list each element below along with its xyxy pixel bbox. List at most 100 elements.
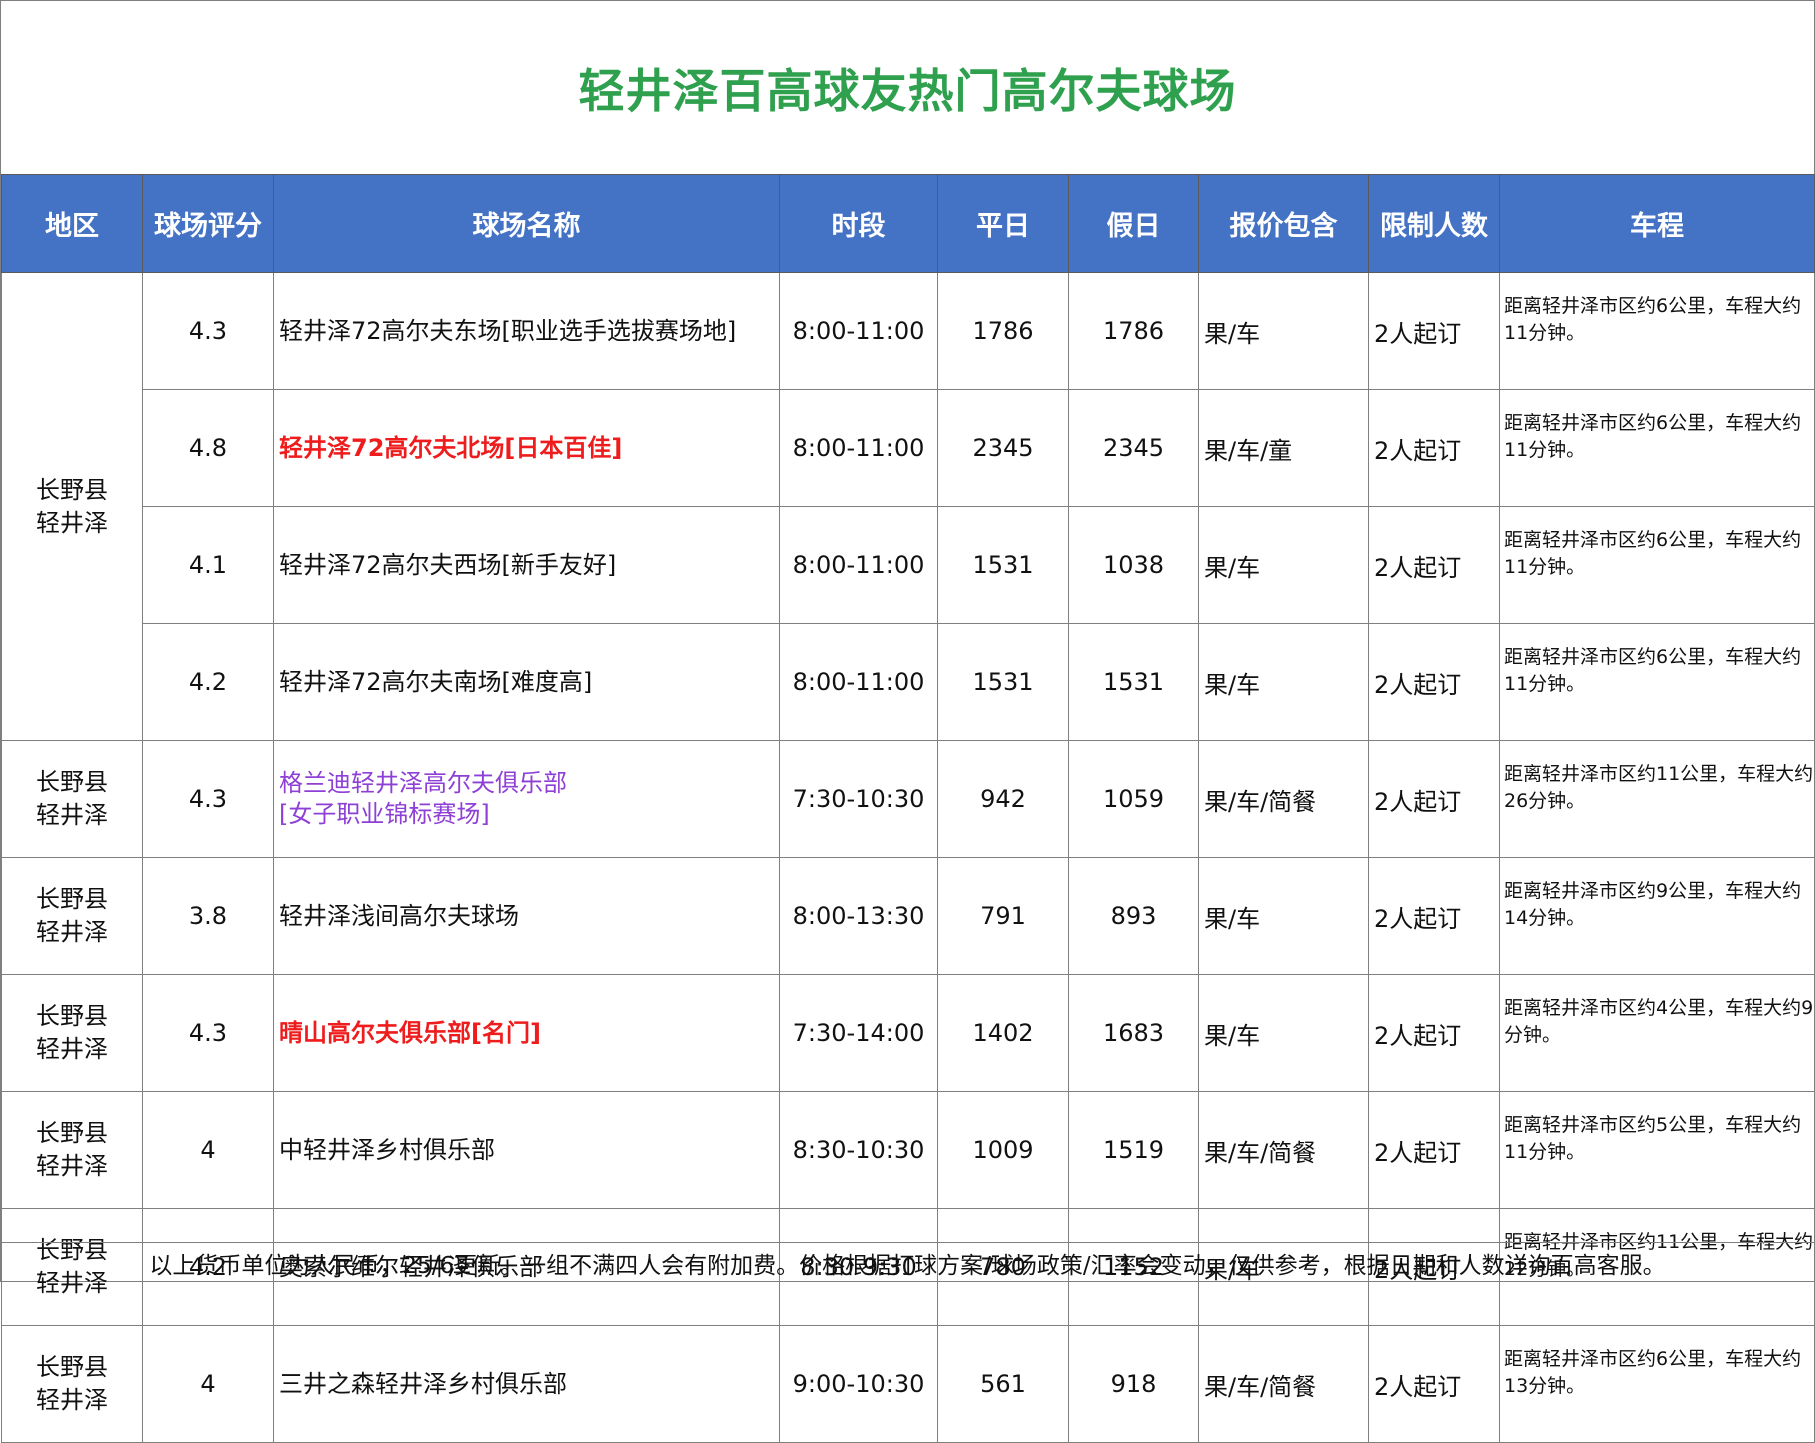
region-cell: 长野县 轻井泽: [1, 857, 143, 975]
header-time: 时段: [779, 174, 938, 273]
rating-cell: 4: [142, 1091, 274, 1209]
weekday-price-cell: 2345: [937, 389, 1069, 507]
distance-line: 距离轻井泽市区约4公里，车程大约9: [1504, 997, 1814, 1019]
distance-line: 距离轻井泽市区约6公里，车程大约: [1504, 1348, 1802, 1370]
includes-cell: 果/车: [1198, 623, 1369, 741]
holiday-price-cell: 1519: [1068, 1091, 1199, 1209]
region-cell: 长野县 轻井泽: [1, 974, 143, 1092]
course-name-cell: 格兰迪轻井泽高尔夫俱乐部 [女子职业锦标赛场]: [273, 740, 780, 858]
region-cell: 长野县 轻井泽: [1, 740, 143, 858]
time-cell: 7:30-14:00: [779, 974, 938, 1092]
rating-cell: 4.3: [142, 740, 274, 858]
limit-cell: 2人起订: [1368, 740, 1500, 858]
holiday-price-cell: 1038: [1068, 506, 1199, 624]
weekday-price-cell: 1531: [937, 623, 1069, 741]
course-name-cell: 三井之森轻井泽乡村俱乐部: [273, 1325, 780, 1443]
course-name-cell: 轻井泽72高尔夫南场[难度高]: [273, 623, 780, 741]
header-includes: 报价包含: [1198, 174, 1369, 273]
rating-cell: 4.3: [142, 974, 274, 1092]
header-region: 地区: [1, 174, 143, 273]
distance-line: 距离轻井泽市区约6公里，车程大约: [1504, 295, 1802, 317]
distance-cell: 距离轻井泽市区约9公里，车程大约 14分钟。: [1499, 857, 1815, 975]
distance-line: 13分钟。: [1504, 1375, 1586, 1397]
limit-cell: 2人起订: [1368, 389, 1500, 507]
limit-cell: 2人起订: [1368, 623, 1500, 741]
holiday-price-cell: 918: [1068, 1325, 1199, 1443]
weekday-price-cell: 942: [937, 740, 1069, 858]
table-row: 长野县 轻井泽 3.8 轻井泽浅间高尔夫球场 8:00-13:30 791 893 果/车 2人…: [1, 857, 1815, 975]
limit-cell: 2人起订: [1368, 974, 1500, 1092]
spreadsheet: 轻井泽百高球友热门高尔夫球场 地区 球场评分 球场名称 时段 平日 假日 报价包…: [0, 0, 1815, 1443]
distance-cell: 距离轻井泽市区约4公里，车程大约9 分钟。: [1499, 974, 1815, 1092]
holiday-price-cell: 1531: [1068, 623, 1199, 741]
table-row: 4.1 轻井泽72高尔夫西场[新手友好] 8:00-11:00 1531 1038 果/车…: [2, 506, 1815, 624]
distance-line: 距离轻井泽市区约6公里，车程大约: [1504, 646, 1802, 668]
course-name-line: 轻井泽72高尔夫东场[职业选手选拔赛场地]: [279, 316, 737, 345]
limit-cell: 2人起订: [1368, 1325, 1500, 1443]
header-row: 地区 球场评分 球场名称 时段 平日 假日 报价包含 限制人数 车程: [1, 174, 1815, 273]
distance-cell: 距离轻井泽市区约6公里，车程大约 11分钟。: [1499, 389, 1815, 507]
distance-line: 11分钟。: [1504, 556, 1586, 578]
rating-cell: 4.8: [142, 389, 274, 507]
header-course-name: 球场名称: [273, 174, 780, 273]
region-line: 轻井泽: [36, 801, 108, 829]
time-cell: 8:00-11:00: [779, 506, 938, 624]
table-row: 长野县 轻井泽 4.3 晴山高尔夫俱乐部[名门] 7:30-14:00 1402 1683 果…: [1, 974, 1815, 1092]
distance-cell: 距离轻井泽市区约6公里，车程大约 13分钟。: [1499, 1325, 1815, 1443]
region-line: 长野县: [36, 885, 108, 913]
course-name-line: 轻井泽72高尔夫西场[新手友好]: [279, 550, 617, 579]
rating-cell: 4.2: [142, 623, 274, 741]
region-line: 轻井泽: [36, 1386, 108, 1414]
table-row: 长野县 轻井泽 4 中轻井泽乡村俱乐部 8:30-10:30 1009 1519 果/车/简餐…: [1, 1091, 1815, 1209]
distance-cell: 距离轻井泽市区约11公里，车程大约 26分钟。: [1499, 740, 1815, 858]
table-row: 4.2 轻井泽72高尔夫南场[难度高] 8:00-11:00 1531 1531 果/车 2…: [2, 623, 1815, 741]
course-name-cell: 晴山高尔夫俱乐部[名门]: [273, 974, 780, 1092]
region-line: 轻井泽: [36, 508, 108, 537]
rating-cell: 4: [142, 1325, 274, 1443]
region-cell: 长野县 轻井泽: [1, 1325, 143, 1443]
course-name-line: 轻井泽72高尔夫北场[日本百佳]: [279, 433, 623, 462]
course-name-cell: 轻井泽72高尔夫东场[职业选手选拔赛场地]: [273, 272, 780, 390]
table-row: 4.8 轻井泽72高尔夫北场[日本百佳] 8:00-11:00 2345 2345 果/车…: [2, 389, 1815, 507]
distance-line: 26分钟。: [1504, 790, 1586, 812]
title-row: 轻井泽百高球友热门高尔夫球场: [1, 1, 1814, 174]
course-name-line: 三井之森轻井泽乡村俱乐部: [279, 1369, 567, 1398]
distance-line: 11分钟。: [1504, 322, 1586, 344]
holiday-price-cell: 1683: [1068, 974, 1199, 1092]
time-cell: 9:00-10:30: [779, 1325, 938, 1443]
rating-cell: 3.8: [142, 857, 274, 975]
table-row: 长野县 轻井泽 4.3 格兰迪轻井泽高尔夫俱乐部 [女子职业锦标赛场] 7:30-10:3…: [1, 740, 1815, 858]
course-name-cell: 中轻井泽乡村俱乐部: [273, 1091, 780, 1209]
region-line: 长野县: [36, 1002, 108, 1030]
includes-cell: 果/车/童: [1198, 389, 1369, 507]
includes-cell: 果/车/简餐: [1198, 1091, 1369, 1209]
limit-cell: 2人起订: [1368, 272, 1500, 390]
distance-cell: 距离轻井泽市区约6公里，车程大约 11分钟。: [1499, 272, 1815, 390]
time-cell: 8:00-11:00: [779, 389, 938, 507]
header-weekday: 平日: [937, 174, 1069, 273]
distance-line: 距离轻井泽市区约6公里，车程大约: [1504, 529, 1802, 551]
rating-cell: 4.1: [142, 506, 274, 624]
limit-cell: 2人起订: [1368, 1091, 1500, 1209]
holiday-price-cell: 2345: [1068, 389, 1199, 507]
includes-cell: 果/车: [1198, 974, 1369, 1092]
header-distance: 车程: [1499, 174, 1815, 273]
distance-line: 11分钟。: [1504, 673, 1586, 695]
distance-line: 距离轻井泽市区约11公里，车程大约: [1504, 763, 1814, 785]
distance-line: 14分钟。: [1504, 907, 1586, 929]
header-limit: 限制人数: [1368, 174, 1500, 273]
time-cell: 8:30-10:30: [779, 1091, 938, 1209]
region-line: 轻井泽: [36, 1152, 108, 1180]
course-name-line: 轻井泽浅间高尔夫球场: [279, 901, 519, 930]
distance-line: 距离轻井泽市区约9公里，车程大约: [1504, 880, 1802, 902]
distance-line: 距离轻井泽市区约6公里，车程大约: [1504, 412, 1802, 434]
region-line: 轻井泽: [36, 1035, 108, 1063]
weekday-price-cell: 1531: [937, 506, 1069, 624]
header-holiday: 假日: [1068, 174, 1199, 273]
weekday-price-cell: 791: [937, 857, 1069, 975]
course-name-cell: 轻井泽浅间高尔夫球场: [273, 857, 780, 975]
holiday-price-cell: 893: [1068, 857, 1199, 975]
holiday-price-cell: 1059: [1068, 740, 1199, 858]
limit-cell: 2人起订: [1368, 857, 1500, 975]
holiday-price-cell: 1786: [1068, 272, 1199, 390]
